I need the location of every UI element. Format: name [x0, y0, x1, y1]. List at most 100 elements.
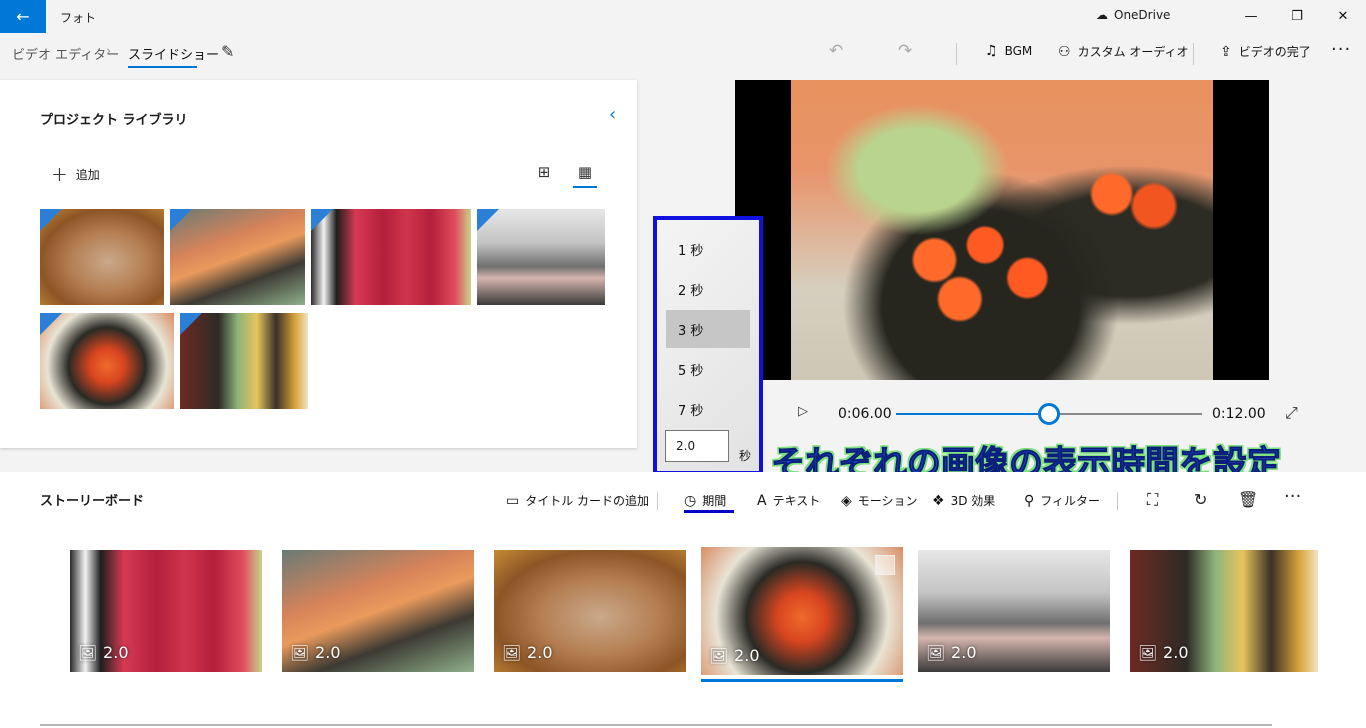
toolbar-divider — [1193, 43, 1194, 65]
minimize-icon: — — [1244, 9, 1258, 24]
motion-button[interactable]: ◈ モーション — [841, 492, 918, 509]
3d-effects-label: 3D 効果 — [950, 494, 996, 508]
breadcrumb-slideshow[interactable]: スライドショー — [128, 44, 219, 63]
music-note-icon: ♫ — [985, 43, 998, 59]
duration-option-2s[interactable]: 2 秒 — [666, 270, 750, 308]
used-marker — [170, 209, 192, 231]
duration-option-5s[interactable]: 5 秒 — [666, 350, 750, 388]
storyboard-card[interactable]: 🖼 2.0 — [1130, 550, 1318, 672]
storyboard-more-button[interactable]: ··· — [1284, 486, 1301, 507]
text-label: テキスト — [772, 494, 821, 508]
back-arrow-icon: ← — [16, 7, 30, 26]
library-thumbnail[interactable] — [311, 209, 471, 305]
library-thumbnail[interactable] — [40, 313, 174, 409]
storyboard-title: ストーリーボード — [40, 494, 145, 509]
library-thumbnail[interactable] — [477, 209, 605, 305]
breadcrumb-video-editor[interactable]: ビデオ エディター — [12, 44, 119, 63]
bgm-label: BGM — [1004, 44, 1033, 58]
current-time: 0:06.00 — [838, 406, 892, 422]
finish-video-button[interactable]: ⇪ ビデオの完了 — [1220, 43, 1311, 60]
storyboard-card-selected[interactable]: 🖼 2.0 — [701, 547, 903, 675]
duration-label: 期間 — [702, 494, 727, 508]
card-duration: 🖼 2.0 — [926, 643, 977, 662]
storyboard-card[interactable]: 🖼 2.0 — [494, 550, 686, 672]
custom-duration-input[interactable]: 2.0 — [665, 430, 729, 462]
filter-label: フィルター — [1040, 494, 1101, 508]
back-button[interactable]: ← — [0, 0, 46, 33]
selected-card-indicator — [701, 679, 903, 682]
motion-icon: ◈ — [841, 492, 852, 509]
clock-icon: ◷ — [684, 492, 697, 509]
fullscreen-icon[interactable]: ⤢ — [1285, 403, 1298, 423]
add-title-card-button[interactable]: ▭ タイトル カードの追加 — [506, 492, 649, 509]
custom-audio-label: カスタム オーディオ — [1077, 45, 1189, 59]
card-duration-value: 2.0 — [734, 646, 760, 665]
project-library-panel: プロジェクト ライブラリ ‹ + 追加 ⊞ ▦ — [0, 80, 637, 448]
duration-button[interactable]: ◷ 期間 — [684, 492, 726, 509]
add-media-button[interactable]: + 追加 — [51, 162, 100, 186]
preview-image — [791, 80, 1213, 380]
library-thumbnail[interactable] — [180, 313, 308, 409]
card-duration: 🖼 2.0 — [502, 643, 553, 662]
video-preview[interactable] — [735, 80, 1269, 380]
command-bar: ビデオ エディター › スライドショー ✎ ↶ ↷ ♫ BGM ⚇ カスタム オ… — [0, 33, 1366, 73]
custom-audio-button[interactable]: ⚇ カスタム オーディオ — [1058, 43, 1189, 60]
storyboard-card[interactable]: 🖼 2.0 — [70, 550, 262, 672]
undo-icon[interactable]: ↶ — [829, 41, 843, 61]
resize-icon[interactable]: ⛶ — [1147, 490, 1158, 510]
duration-active-indicator — [684, 510, 734, 513]
title-card-icon: ▭ — [506, 492, 520, 509]
delete-icon[interactable]: 🗑 — [1238, 490, 1258, 509]
duration-unit-label: 秒 — [739, 449, 752, 463]
redo-icon[interactable]: ↷ — [898, 41, 912, 61]
card-duration: 🖼 2.0 — [1138, 643, 1189, 662]
custom-audio-icon: ⚇ — [1058, 43, 1071, 60]
duration-option-7s[interactable]: 7 秒 — [666, 390, 750, 428]
timeline-divider — [40, 724, 1272, 726]
seek-bar-progress — [896, 413, 1049, 415]
card-duration-value: 2.0 — [951, 643, 977, 662]
image-icon: 🖼 — [926, 643, 946, 662]
maximize-button[interactable]: ❐ — [1274, 0, 1320, 33]
card-duration-value: 2.0 — [1163, 643, 1189, 662]
text-icon: A — [757, 492, 767, 509]
duration-menu: 1 秒 2 秒 3 秒 5 秒 7 秒 2.0 秒 — [653, 216, 763, 475]
filter-icon: ⚲ — [1024, 492, 1035, 509]
close-button[interactable]: ✕ — [1320, 0, 1366, 33]
collapse-chevron-icon[interactable]: ‹ — [609, 104, 616, 125]
library-thumbnail[interactable] — [170, 209, 305, 305]
play-icon[interactable]: ▷ — [798, 404, 808, 419]
storyboard-divider — [657, 492, 658, 510]
card-checkbox[interactable] — [875, 555, 895, 575]
storyboard-card[interactable]: 🖼 2.0 — [918, 550, 1110, 672]
bgm-button[interactable]: ♫ BGM — [985, 43, 1032, 59]
total-time: 0:12.00 — [1212, 406, 1266, 422]
text-button[interactable]: A テキスト — [757, 492, 820, 509]
onedrive-button[interactable]: ☁ OneDrive — [1096, 8, 1170, 22]
card-duration-value: 2.0 — [315, 643, 341, 662]
used-marker — [477, 209, 499, 231]
duration-option-1s[interactable]: 1 秒 — [666, 230, 750, 268]
used-marker — [40, 313, 62, 335]
duration-option-3s[interactable]: 3 秒 — [666, 310, 750, 348]
toolbar-divider — [956, 43, 957, 65]
filter-button[interactable]: ⚲ フィルター — [1024, 492, 1100, 509]
motion-label: モーション — [857, 494, 918, 508]
app-title: フォト — [60, 11, 97, 25]
3d-effects-button[interactable]: ❖ 3D 効果 — [932, 492, 995, 509]
minimize-button[interactable]: — — [1228, 0, 1274, 33]
card-duration: 🖼 2.0 — [709, 646, 760, 665]
cloud-icon: ☁ — [1096, 8, 1108, 22]
pencil-icon[interactable]: ✎ — [221, 42, 234, 61]
large-grid-view-icon[interactable]: ⊞ — [535, 163, 553, 181]
storyboard-card[interactable]: 🖼 2.0 — [282, 550, 474, 672]
seek-handle[interactable] — [1038, 403, 1060, 425]
library-thumbnail[interactable] — [40, 209, 164, 305]
rotate-icon[interactable]: ↻ — [1194, 490, 1207, 509]
breadcrumb-separator-icon: › — [106, 44, 112, 59]
more-options-button[interactable]: ··· — [1331, 39, 1351, 60]
image-icon: 🖼 — [1138, 643, 1158, 662]
view-active-indicator — [573, 186, 597, 188]
small-grid-view-icon[interactable]: ▦ — [576, 163, 594, 181]
card-duration: 🖼 2.0 — [78, 643, 129, 662]
